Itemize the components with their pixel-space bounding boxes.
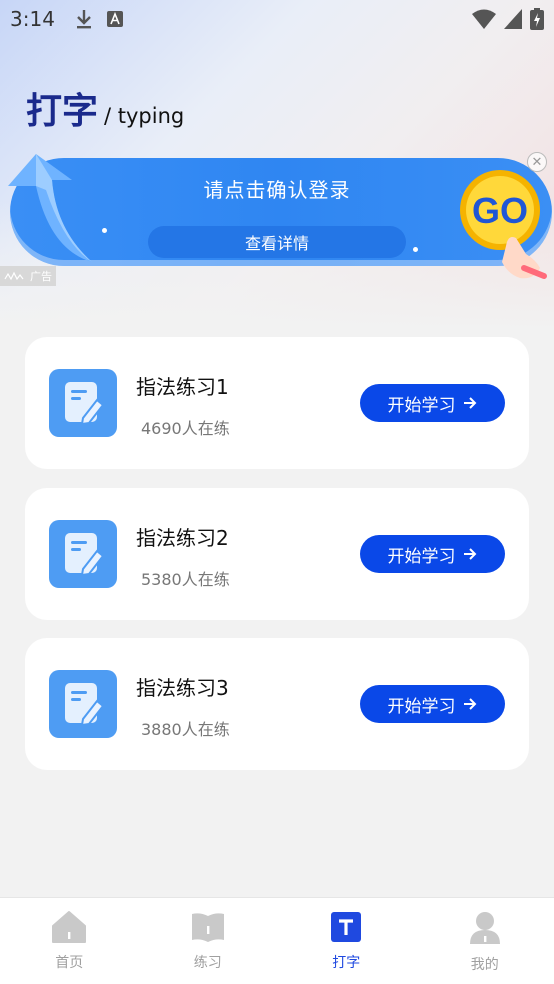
ad-tag-label: 广告 — [30, 270, 52, 283]
nav-item-profile[interactable]: 我的 — [416, 898, 554, 984]
note-edit-icon — [49, 369, 117, 437]
ad-logo-icon — [4, 271, 24, 281]
bottom-nav: 首页 练习 打字 我的 — [0, 897, 554, 984]
nav-label: 首页 — [55, 955, 84, 971]
card-title: 指法练习1 — [136, 375, 229, 399]
practice-card: 指法练习3 3880人在练 开始学习 — [25, 638, 529, 770]
page-title-sub: / typing — [104, 104, 185, 128]
wifi-icon — [472, 9, 496, 29]
arrow-decoration-icon — [8, 154, 92, 262]
status-bar: 3:14 — [0, 0, 554, 38]
go-badge-icon[interactable]: GO — [456, 168, 550, 280]
nav-label: 打字 — [332, 955, 361, 971]
card-count: 4690人在练 — [141, 419, 230, 438]
nav-item-home[interactable]: 首页 — [0, 898, 139, 984]
banner-dot — [413, 247, 418, 252]
typing-icon — [331, 912, 362, 942]
banner-dot — [102, 228, 107, 233]
practice-card: 指法练习2 5380人在练 开始学习 — [25, 488, 529, 620]
start-learning-button[interactable]: 开始学习 — [360, 535, 505, 573]
arrow-right-icon — [463, 548, 476, 560]
status-time: 3:14 — [10, 7, 55, 31]
start-learning-label: 开始学习 — [387, 395, 456, 415]
go-badge-text: GO — [472, 190, 528, 231]
nav-label: 练习 — [193, 955, 222, 971]
keyboard-a-icon — [106, 11, 123, 27]
card-count: 3880人在练 — [141, 720, 230, 739]
card-count: 5380人在练 — [141, 570, 230, 589]
start-learning-label: 开始学习 — [387, 696, 456, 716]
battery-icon — [530, 8, 544, 30]
close-icon: ✕ — [531, 154, 543, 170]
book-icon — [191, 913, 224, 942]
view-details-button[interactable]: 查看详情 — [148, 226, 406, 258]
signal-icon — [504, 9, 522, 29]
page-title: 打字 / typing — [26, 82, 184, 134]
arrow-right-icon — [463, 397, 476, 409]
nav-label: 我的 — [470, 957, 499, 973]
download-icon — [76, 10, 91, 29]
card-title: 指法练习2 — [136, 526, 229, 550]
note-edit-icon — [49, 670, 117, 738]
user-icon — [469, 912, 500, 944]
practice-card: 指法练习1 4690人在练 开始学习 — [25, 337, 529, 469]
note-edit-icon — [49, 520, 117, 588]
card-title: 指法练习3 — [136, 676, 229, 700]
start-learning-button[interactable]: 开始学习 — [360, 384, 505, 422]
nav-item-typing[interactable]: 打字 — [277, 898, 416, 984]
nav-item-practice[interactable]: 练习 — [139, 898, 278, 984]
arrow-right-icon — [463, 698, 476, 710]
start-learning-button[interactable]: 开始学习 — [360, 685, 505, 723]
home-icon — [52, 911, 87, 943]
start-learning-label: 开始学习 — [387, 546, 456, 566]
ad-close-button[interactable]: ✕ — [527, 152, 547, 172]
page-title-main: 打字 — [26, 91, 99, 132]
ad-tag: 广告 — [0, 266, 56, 286]
